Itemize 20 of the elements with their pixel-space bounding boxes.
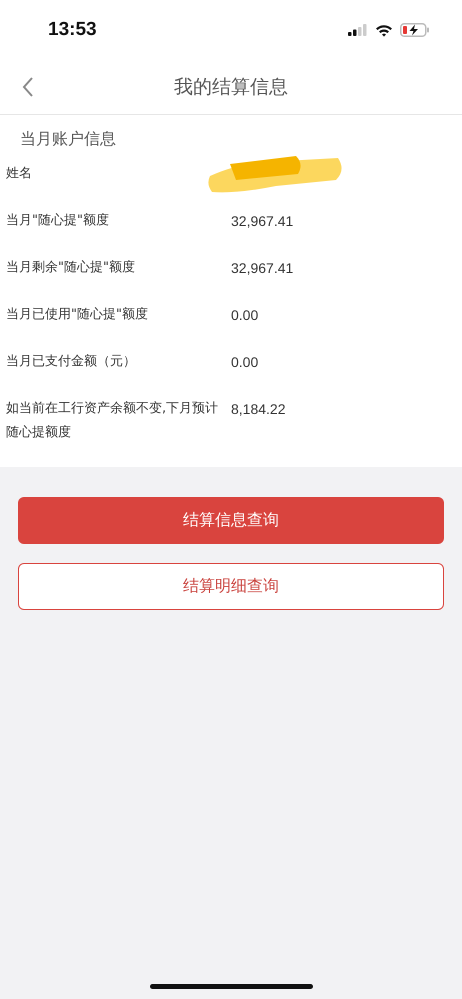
signal-icon	[348, 24, 368, 36]
field-value: 32,967.41	[231, 259, 294, 278]
field-value: 0.00	[231, 306, 258, 325]
back-icon[interactable]	[22, 76, 34, 98]
query-button[interactable]: 结算明细查询	[18, 563, 444, 610]
field-value: 0.00	[231, 353, 258, 372]
section-title: 当月账户信息	[19, 129, 117, 150]
field-value: 8,184.22	[231, 400, 286, 419]
field-label: 当月已支付金额（元）	[6, 353, 137, 371]
query-button[interactable]: 结算信息查询	[18, 497, 444, 544]
field-label: 当月"随心提"额度	[6, 212, 110, 230]
wifi-icon	[375, 24, 393, 36]
page-title: 我的结算信息	[174, 75, 288, 100]
status-time: 13:53	[48, 19, 97, 41]
field-label: 姓名	[6, 165, 33, 183]
field-label: 当月剩余"随心提"额度	[6, 259, 136, 277]
field-label: 如当前在工行资产余额不变,下月预计随心提额度	[6, 400, 220, 442]
field-value: 32,967.41	[231, 212, 294, 231]
field-label: 当月已使用"随心提"额度	[6, 306, 149, 324]
battery-charging-icon	[400, 23, 430, 37]
